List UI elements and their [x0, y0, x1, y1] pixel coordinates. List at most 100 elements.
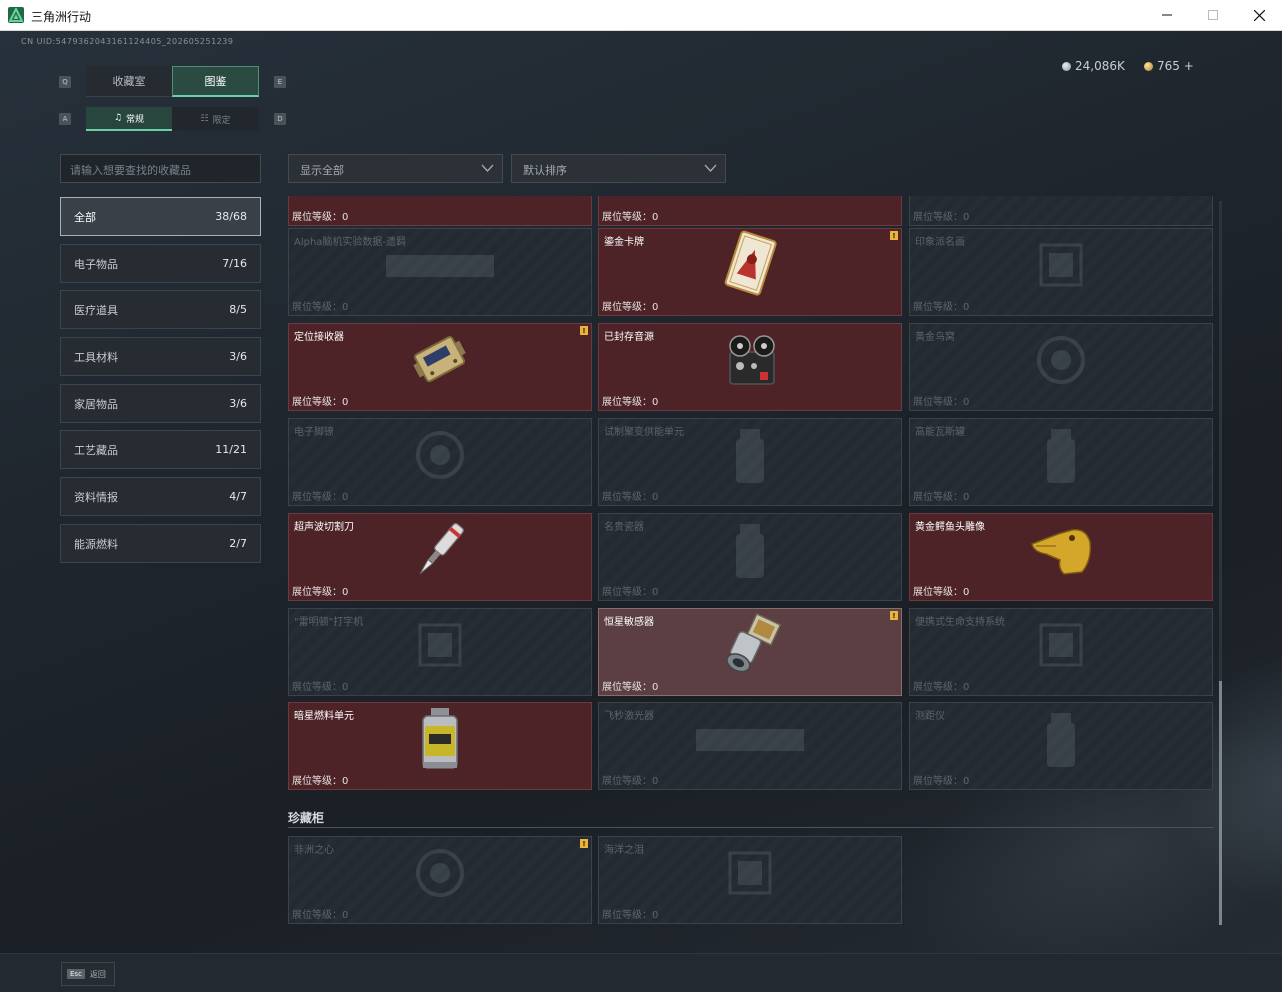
sort-value: 默认排序 — [523, 164, 567, 177]
item-image — [1041, 707, 1081, 775]
tab-codex[interactable]: 图鉴 — [172, 66, 259, 97]
collectible-card[interactable]: 名贵瓷器 展位等级：0 — [598, 513, 902, 601]
premium-currency[interactable]: 765 + — [1144, 59, 1194, 73]
item-image — [1031, 615, 1091, 679]
category-item[interactable]: 医疗道具 8/5 — [60, 290, 261, 329]
item-name: Alpha脑机实验数据-遗羁 — [294, 237, 407, 248]
collectible-card[interactable]: 试制聚变供能单元 展位等级：0 — [598, 418, 902, 506]
new-badge-icon: ! — [580, 839, 588, 848]
collectible-card[interactable]: 黄金鳄鱼头雕像 展位等级：0 — [909, 513, 1213, 601]
limited-icon: ☷ — [200, 114, 209, 124]
collectible-card[interactable]: 展位等级：0 — [598, 196, 902, 226]
close-icon — [1253, 9, 1265, 21]
sort-dropdown[interactable]: 默认排序 — [511, 154, 726, 183]
grid-scrollbar[interactable] — [1219, 201, 1222, 925]
item-name: 海洋之泪 — [604, 845, 644, 856]
item-name: 超声波切割刀 — [294, 522, 354, 533]
item-image — [380, 245, 500, 289]
display-level: 展位等级：0 — [602, 682, 659, 693]
back-button[interactable]: Esc 返回 — [61, 962, 115, 986]
item-image — [730, 423, 770, 491]
item-image — [1028, 520, 1094, 584]
currency-value: 24,086K — [1075, 59, 1125, 73]
collectible-card[interactable]: 黄金鸟窝展位等级：0 — [909, 323, 1213, 411]
category-label: 工艺藏品 — [74, 443, 118, 457]
gem-icon — [1144, 61, 1153, 71]
search-input[interactable]: 请输入想要查找的收藏品 — [60, 154, 261, 183]
collectible-card[interactable]: 已封存音源展位等级：0 — [598, 323, 902, 411]
item-image — [720, 229, 780, 305]
collectible-card[interactable]: 展位等级：0 — [288, 196, 592, 226]
item-name: 黄金鸟窝 — [915, 332, 955, 343]
category-item[interactable]: 资料情报 4/7 — [60, 477, 261, 516]
collectible-card[interactable]: 超声波切割刀 展位等级：0 — [288, 513, 592, 601]
maximize-button[interactable] — [1190, 0, 1236, 30]
item-image — [1041, 423, 1081, 491]
collectible-card[interactable]: 飞秒激光器 展位等级：0 — [598, 702, 902, 790]
subtab-limited[interactable]: ☷ 限定 — [172, 107, 259, 131]
collectible-card[interactable]: 电子脚镣展位等级：0 — [288, 418, 592, 506]
premium-currency-value: 765 + — [1157, 59, 1194, 73]
collectible-card[interactable]: 暗星燃料单元 展位等级：0 — [288, 702, 592, 790]
display-level: 展位等级：0 — [602, 397, 659, 408]
item-image — [1031, 330, 1091, 394]
close-button[interactable] — [1236, 0, 1282, 30]
minimize-button[interactable] — [1144, 0, 1190, 30]
chevron-down-icon — [481, 164, 494, 172]
item-name: 非洲之心 — [294, 845, 334, 856]
item-image — [730, 518, 770, 586]
display-level: 展位等级：0 — [602, 587, 659, 598]
key-hint-e: E — [274, 76, 286, 88]
display-level: 展位等级：0 — [602, 212, 659, 223]
section-divider — [288, 827, 1214, 828]
item-name: 电子脚镣 — [294, 427, 334, 438]
collectible-card[interactable]: 恒星敏感器 展位等级：0! — [598, 608, 902, 696]
display-level: 展位等级：0 — [602, 492, 659, 503]
display-level: 展位等级：0 — [292, 302, 349, 313]
collectible-card[interactable]: 海洋之泪 展位等级：0 — [598, 836, 902, 924]
item-name: 测距仪 — [915, 711, 945, 722]
category-count: 3/6 — [229, 350, 247, 363]
category-item[interactable]: 电子物品 7/16 — [60, 244, 261, 283]
category-label: 医疗道具 — [74, 303, 118, 317]
tab-collection-room[interactable]: 收藏室 — [86, 66, 172, 97]
subtab-regular-label: 常规 — [126, 114, 145, 125]
app-logo-icon — [8, 7, 24, 23]
subtab-regular[interactable]: ♫ 常规 — [86, 107, 172, 131]
collectible-card[interactable]: 定位接收器 展位等级：0! — [288, 323, 592, 411]
collectible-card[interactable]: 展位等级：0 — [909, 196, 1213, 226]
display-level: 展位等级：0 — [913, 397, 970, 408]
category-label: 工具材料 — [74, 350, 118, 364]
category-item[interactable]: 工艺藏品 11/21 — [60, 430, 261, 469]
key-hint-d: D — [274, 113, 286, 125]
item-image — [409, 328, 471, 396]
collectible-card[interactable]: Alpha脑机实验数据-遗羁 展位等级：0 — [288, 228, 592, 316]
display-filter-dropdown[interactable]: 显示全部 — [288, 154, 503, 183]
collectible-card[interactable]: 非洲之心展位等级：0! — [288, 836, 592, 924]
cabinet-section-title: 珍藏柜 — [288, 811, 325, 825]
category-item[interactable]: 能源燃料 2/7 — [60, 524, 261, 563]
category-item[interactable]: 工具材料 3/6 — [60, 337, 261, 376]
category-label: 家居物品 — [74, 397, 118, 411]
category-count: 3/6 — [229, 397, 247, 410]
item-name: 高能瓦斯罐 — [915, 427, 965, 438]
item-name: 已封存音源 — [604, 332, 654, 343]
display-level: 展位等级：0 — [292, 776, 349, 787]
collectible-card[interactable]: 高能瓦斯罐 展位等级：0 — [909, 418, 1213, 506]
collectible-card[interactable]: 鎏金卡牌 展位等级：0! — [598, 228, 902, 316]
scrollbar-thumb[interactable] — [1219, 681, 1222, 925]
esc-key-hint: Esc — [67, 969, 85, 979]
display-level: 展位等级：0 — [913, 302, 970, 313]
collectible-card[interactable]: 便携式生命支持系统 展位等级：0 — [909, 608, 1213, 696]
display-level: 展位等级：0 — [292, 492, 349, 503]
item-image — [410, 425, 470, 489]
collection-grid[interactable]: 展位等级：0 展位等级：0 展位等级：0 Alpha脑机实验数据-遗羁 展位等级：0 鎏金… — [288, 196, 1218, 924]
collectible-card[interactable]: 印象派名画 展位等级：0 — [909, 228, 1213, 316]
collectible-card[interactable]: 测距仪 展位等级：0 — [909, 702, 1213, 790]
item-name: "雷明顿"打字机 — [294, 617, 364, 628]
collectible-card[interactable]: "雷明顿"打字机 展位等级：0 — [288, 608, 592, 696]
category-label: 能源燃料 — [74, 537, 118, 551]
category-item[interactable]: 全部 38/68 — [60, 197, 261, 236]
category-item[interactable]: 家居物品 3/6 — [60, 384, 261, 423]
display-level: 展位等级：0 — [292, 910, 349, 921]
